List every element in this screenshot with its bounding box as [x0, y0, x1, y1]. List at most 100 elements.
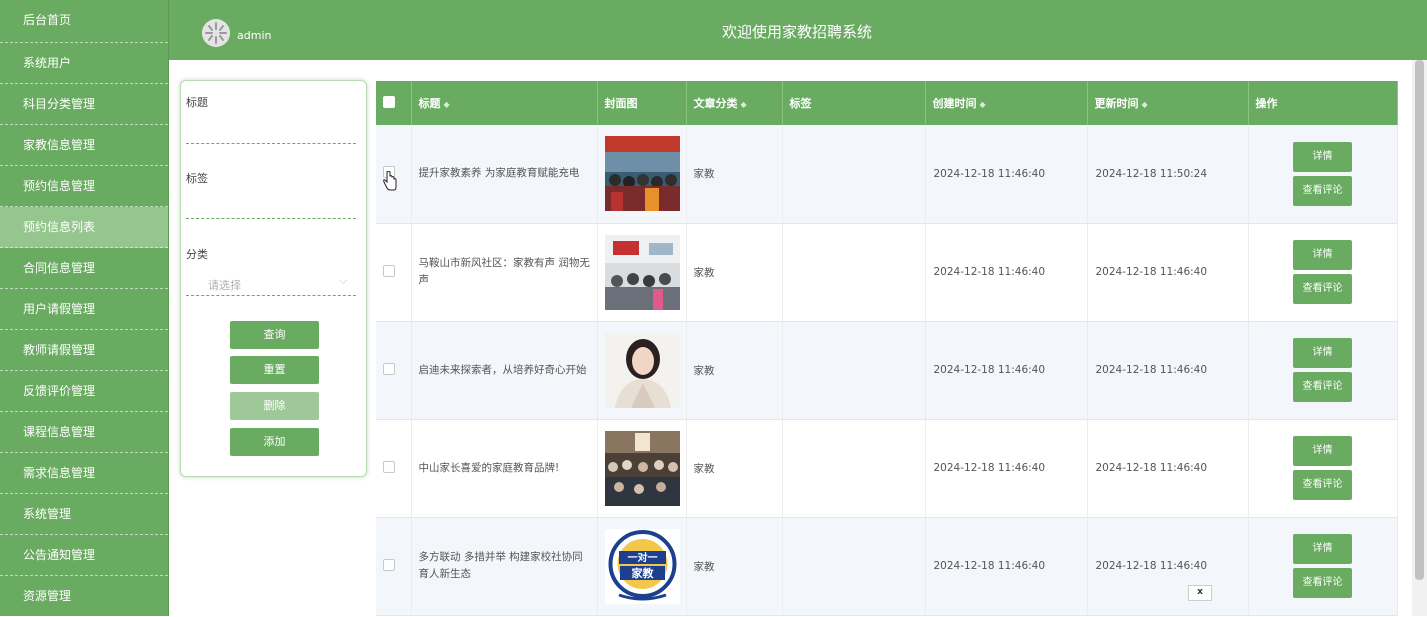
table-row: 启迪未来探索者，从培养好奇心开始 家教 2024-12-18 11:46:40 …: [376, 321, 1398, 420]
cover-image[interactable]: [604, 136, 680, 212]
updated-cell: 2024-12-18 11:46:40: [1087, 517, 1249, 616]
sidebar-item-tutor-info[interactable]: 家教信息管理: [0, 125, 168, 166]
category-field-label: 分类: [186, 248, 208, 261]
sidebar-item-home[interactable]: 后台首页: [0, 0, 168, 43]
query-button[interactable]: 查询: [230, 321, 319, 349]
category-cell: 家教: [686, 321, 783, 420]
sidebar-item-resource[interactable]: 资源管理: [0, 576, 168, 617]
detail-button[interactable]: 详情: [1293, 436, 1352, 466]
detail-button[interactable]: 详情: [1293, 141, 1352, 172]
sidebar-item-booking-list[interactable]: 预约信息列表: [0, 207, 168, 248]
column-header-title[interactable]: 标题 ◆: [411, 81, 598, 125]
column-header-ops: 操作: [1248, 81, 1398, 125]
table-row: 多方联动 多措并举 构建家校社协同育人新生态 一对一 家教 家教 2024-12…: [376, 517, 1398, 616]
select-all-checkbox[interactable]: [383, 95, 395, 108]
category-cell: 家教: [686, 517, 783, 616]
tags-cell: [782, 125, 926, 224]
title-cell: 中山家长喜爱的家庭教育品牌!: [411, 419, 598, 518]
row-select-cell: [376, 419, 412, 518]
row-checkbox[interactable]: [383, 460, 395, 473]
table-row: 提升家教素养 为家庭教育赋能充电 家教 2024-12-18 11:46:40 …: [376, 125, 1398, 224]
scrollbar-thumb[interactable]: [1415, 60, 1424, 580]
page-title: 欢迎使用家教招聘系统: [722, 23, 873, 41]
popup-close-button[interactable]: x: [1188, 585, 1212, 601]
view-comments-button[interactable]: 查看评论: [1293, 372, 1352, 402]
delete-button[interactable]: 删除: [230, 392, 319, 420]
detail-button[interactable]: 详情: [1293, 534, 1352, 564]
sidebar-item-subject-category[interactable]: 科目分类管理: [0, 84, 168, 125]
cover-image[interactable]: 一对一 家教: [604, 528, 680, 604]
cover-image[interactable]: [604, 332, 680, 408]
category-select-line: [186, 295, 356, 296]
sort-icon: ◆: [979, 100, 986, 109]
tags-cell: [782, 223, 926, 322]
avatar-spinner-icon: [202, 19, 230, 47]
title-input[interactable]: [186, 143, 356, 144]
detail-button[interactable]: 详情: [1293, 338, 1352, 368]
category-cell: 家教: [686, 419, 783, 518]
table-row: 中山家长喜爱的家庭教育品牌! 家教 2024-12-18 11:46:40 20…: [376, 419, 1398, 518]
ops-cell: 详情 查看评论: [1248, 517, 1398, 616]
select-all-cell: [376, 81, 412, 125]
logo-text-bottom: 家教: [631, 566, 654, 580]
page-scrollbar[interactable]: [1412, 60, 1427, 616]
category-select[interactable]: 请选择: [208, 277, 241, 293]
sidebar-item-feedback[interactable]: 反馈评价管理: [0, 371, 168, 412]
title-cell: 多方联动 多措并举 构建家校社协同育人新生态: [411, 517, 598, 616]
ops-cell: 详情 查看评论: [1248, 321, 1398, 420]
column-header-created[interactable]: 创建时间 ◆: [925, 81, 1088, 125]
sort-icon: ◆: [740, 100, 747, 109]
data-table: 标题 ◆ 封面图 文章分类 ◆ 标签 创建时间 ◆ 更新时间 ◆ 操作 提升家教素养 为…: [376, 81, 1398, 616]
sidebar-item-demand[interactable]: 需求信息管理: [0, 453, 168, 494]
sidebar-item-system[interactable]: 系统管理: [0, 494, 168, 535]
chevron-down-icon: ⌵: [339, 274, 348, 287]
row-select-cell: [376, 321, 412, 420]
view-comments-button[interactable]: 查看评论: [1293, 568, 1352, 598]
sidebar-item-contract[interactable]: 合同信息管理: [0, 248, 168, 289]
category-cell: 家教: [686, 223, 783, 322]
ops-cell: 详情 查看评论: [1248, 223, 1398, 322]
cover-cell: 一对一 家教: [597, 517, 687, 616]
table-row: 马鞍山市新风社区：家教有声 润物无声 家教 2024-12-18 11:46:4…: [376, 223, 1398, 322]
sidebar-item-system-users[interactable]: 系统用户: [0, 43, 168, 84]
category-cell: 家教: [686, 125, 783, 224]
column-header-updated[interactable]: 更新时间 ◆: [1087, 81, 1249, 125]
sort-icon: ◆: [443, 100, 450, 109]
reset-button[interactable]: 重置: [230, 356, 319, 384]
cover-image[interactable]: [604, 234, 680, 310]
created-cell: 2024-12-18 11:46:40: [925, 321, 1088, 420]
created-cell: 2024-12-18 11:46:40: [925, 223, 1088, 322]
column-header-cover: 封面图: [597, 81, 687, 125]
column-header-tags: 标签: [782, 81, 926, 125]
add-button[interactable]: 添加: [230, 428, 319, 456]
column-header-category[interactable]: 文章分类 ◆: [686, 81, 783, 125]
sidebar: 后台首页 系统用户 科目分类管理 家教信息管理 预约信息管理 预约信息列表 合同…: [0, 0, 169, 617]
tags-cell: [782, 517, 926, 616]
tag-input[interactable]: [186, 218, 356, 219]
cover-image[interactable]: [604, 430, 680, 506]
row-checkbox[interactable]: [383, 558, 395, 571]
view-comments-button[interactable]: 查看评论: [1293, 274, 1352, 304]
updated-cell: 2024-12-18 11:46:40: [1087, 419, 1249, 518]
row-checkbox[interactable]: [383, 362, 395, 375]
title-cell: 启迪未来探索者，从培养好奇心开始: [411, 321, 598, 420]
title-cell: 提升家教素养 为家庭教育赋能充电: [411, 125, 598, 224]
cover-cell: [597, 125, 687, 224]
row-checkbox[interactable]: [383, 264, 395, 277]
sidebar-item-notice[interactable]: 公告通知管理: [0, 535, 168, 576]
cover-cell: [597, 419, 687, 518]
table-header-row: 标题 ◆ 封面图 文章分类 ◆ 标签 创建时间 ◆ 更新时间 ◆ 操作: [376, 81, 1398, 125]
sort-icon: ◆: [1141, 100, 1148, 109]
avatar[interactable]: [202, 19, 230, 47]
detail-button[interactable]: 详情: [1293, 240, 1352, 270]
cover-cell: [597, 321, 687, 420]
sidebar-item-teacher-leave[interactable]: 教师请假管理: [0, 330, 168, 371]
view-comments-button[interactable]: 查看评论: [1293, 470, 1352, 500]
sidebar-item-course[interactable]: 课程信息管理: [0, 412, 168, 453]
view-comments-button[interactable]: 查看评论: [1293, 175, 1352, 206]
title-field-label: 标题: [186, 96, 208, 109]
sidebar-item-booking-manage[interactable]: 预约信息管理: [0, 166, 168, 207]
sidebar-item-user-leave[interactable]: 用户请假管理: [0, 289, 168, 330]
row-select-cell: [376, 517, 412, 616]
cover-cell: [597, 223, 687, 322]
